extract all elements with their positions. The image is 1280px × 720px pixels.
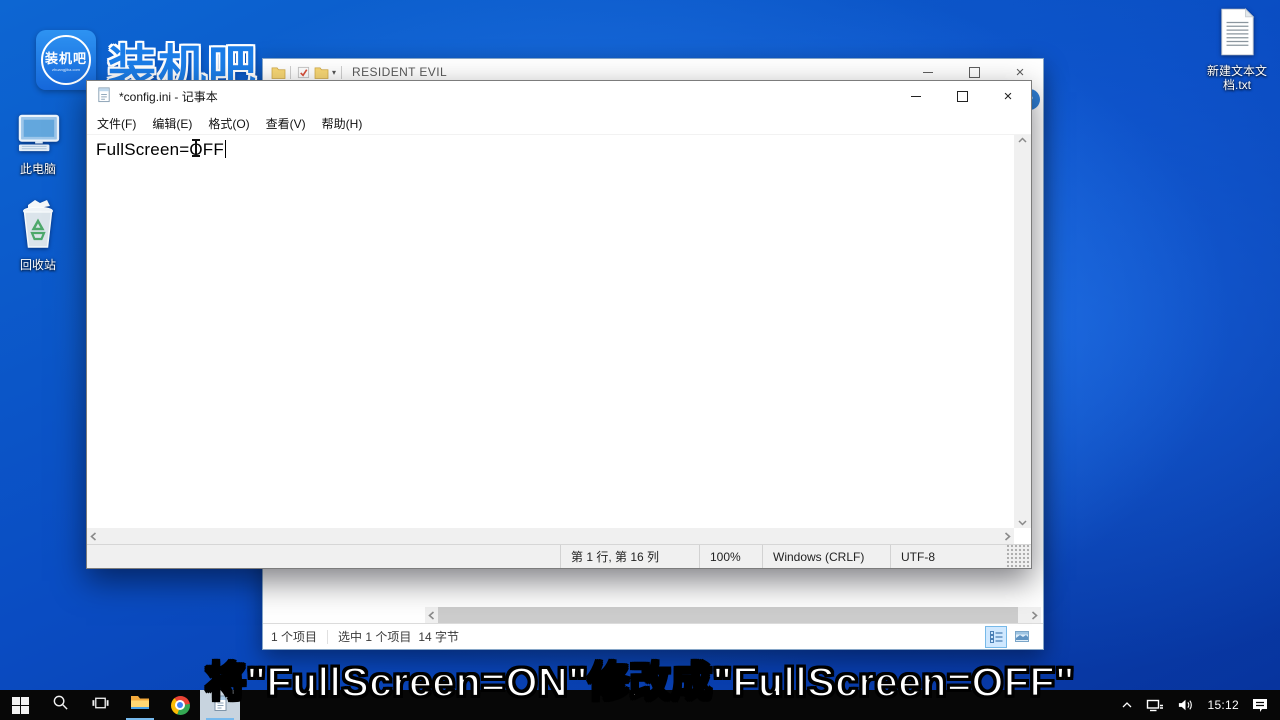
- desktop: 装机吧 zhuangjiba.com 装机吧 此电脑: [0, 0, 1280, 720]
- desktop-icon-label: 回收站: [20, 258, 56, 272]
- desktop-icon-new-text-file[interactable]: 新建文本文档.txt: [1203, 8, 1271, 92]
- notepad-maximize-button[interactable]: [939, 81, 985, 112]
- thumbnails-view-button[interactable]: [1011, 626, 1033, 648]
- explorer-horizontal-scrollbar[interactable]: [425, 607, 1041, 624]
- folder-icon: [269, 64, 287, 80]
- text-file-icon: [1218, 8, 1256, 61]
- desktop-icon-this-pc[interactable]: 此电脑: [7, 114, 69, 176]
- menu-format[interactable]: 格式(O): [200, 112, 257, 134]
- video-subtitle: 将"FullScreen=ON"修改成"FullScreen=OFF": [0, 648, 1280, 708]
- qat-customize-chevron-down-icon[interactable]: ▾: [330, 68, 338, 77]
- notepad-horizontal-scrollbar[interactable]: [87, 528, 1014, 545]
- notepad-text-area[interactable]: FullScreen=OFF: [87, 135, 1014, 528]
- minimize-icon: [923, 72, 933, 73]
- desktop-icon-label: 此电脑: [20, 162, 56, 176]
- scroll-down-icon: [1018, 520, 1027, 526]
- explorer-view-buttons: [985, 626, 1035, 648]
- explorer-window-title: RESIDENT EVIL: [352, 65, 447, 79]
- notepad-vertical-scrollbar[interactable]: [1014, 135, 1031, 528]
- qat-check-document-icon[interactable]: [294, 64, 312, 80]
- zhuangjiba-logo-ring: 装机吧 zhuangjiba.com: [41, 35, 91, 85]
- menu-view[interactable]: 查看(V): [258, 112, 314, 134]
- notepad-close-button[interactable]: ×: [985, 81, 1031, 112]
- zhuangjiba-logo-domain: zhuangjiba.com: [52, 67, 80, 72]
- scroll-right-icon[interactable]: [1028, 607, 1041, 624]
- notepad-statusbar: 第 1 行, 第 16 列 100% Windows (CRLF) UTF-8: [87, 544, 1031, 568]
- ibeam-cursor-icon: [191, 139, 201, 157]
- notepad-titlebar[interactable]: *config.ini - 记事本 ×: [87, 81, 1031, 112]
- menu-help[interactable]: 帮助(H): [314, 112, 371, 134]
- statusbar-separator: [327, 630, 328, 644]
- maximize-icon: [969, 67, 980, 78]
- explorer-statusbar: 1 个项目 选中 1 个项目 14 字节: [263, 623, 1043, 649]
- toolbar-separator: [290, 66, 291, 79]
- desktop-icon-label: 新建文本文档.txt: [1203, 64, 1271, 92]
- minimize-icon: [911, 96, 921, 97]
- notepad-window-controls: ×: [893, 81, 1031, 112]
- zoom-level: 100%: [699, 545, 762, 568]
- scroll-left-icon[interactable]: [87, 528, 100, 545]
- encoding: UTF-8: [890, 545, 1005, 568]
- details-view-button[interactable]: [985, 626, 1007, 648]
- recycle-bin-icon: [16, 198, 60, 255]
- explorer-selection-size: 14 字节: [418, 628, 459, 645]
- notepad-menubar: 文件(F) 编辑(E) 格式(O) 查看(V) 帮助(H): [87, 112, 1031, 135]
- cursor-position: 第 1 行, 第 16 列: [560, 545, 699, 568]
- notepad-app-icon: [96, 86, 112, 108]
- line-ending: Windows (CRLF): [762, 545, 890, 568]
- scroll-left-icon[interactable]: [425, 607, 438, 624]
- notepad-window: *config.ini - 记事本 × 文件(F) 编辑(E) 格式(O) 查看…: [86, 80, 1032, 569]
- explorer-selection-count: 选中 1 个项目: [338, 628, 411, 645]
- resize-grip[interactable]: [1005, 545, 1031, 568]
- toolbar-separator: [341, 66, 342, 79]
- scroll-right-icon[interactable]: [1001, 528, 1014, 545]
- explorer-item-count: 1 个项目: [271, 628, 317, 645]
- notepad-minimize-button[interactable]: [893, 81, 939, 112]
- menu-edit[interactable]: 编辑(E): [144, 112, 200, 134]
- scroll-up-icon: [1018, 137, 1027, 143]
- text-caret: [225, 140, 226, 158]
- zhuangjiba-logo-text: 装机吧: [45, 48, 87, 67]
- menu-file[interactable]: 文件(F): [89, 112, 144, 134]
- notepad-text-content: FullScreen=OFF: [96, 140, 224, 159]
- maximize-icon: [957, 91, 968, 102]
- qat-folder-icon[interactable]: [312, 64, 330, 80]
- statusbar-spacer: [87, 545, 560, 568]
- this-pc-icon: [15, 114, 61, 159]
- desktop-icon-recycle-bin[interactable]: 回收站: [7, 198, 69, 272]
- scrollbar-thumb[interactable]: [438, 607, 1018, 624]
- notepad-window-title: *config.ini - 记事本: [119, 88, 218, 105]
